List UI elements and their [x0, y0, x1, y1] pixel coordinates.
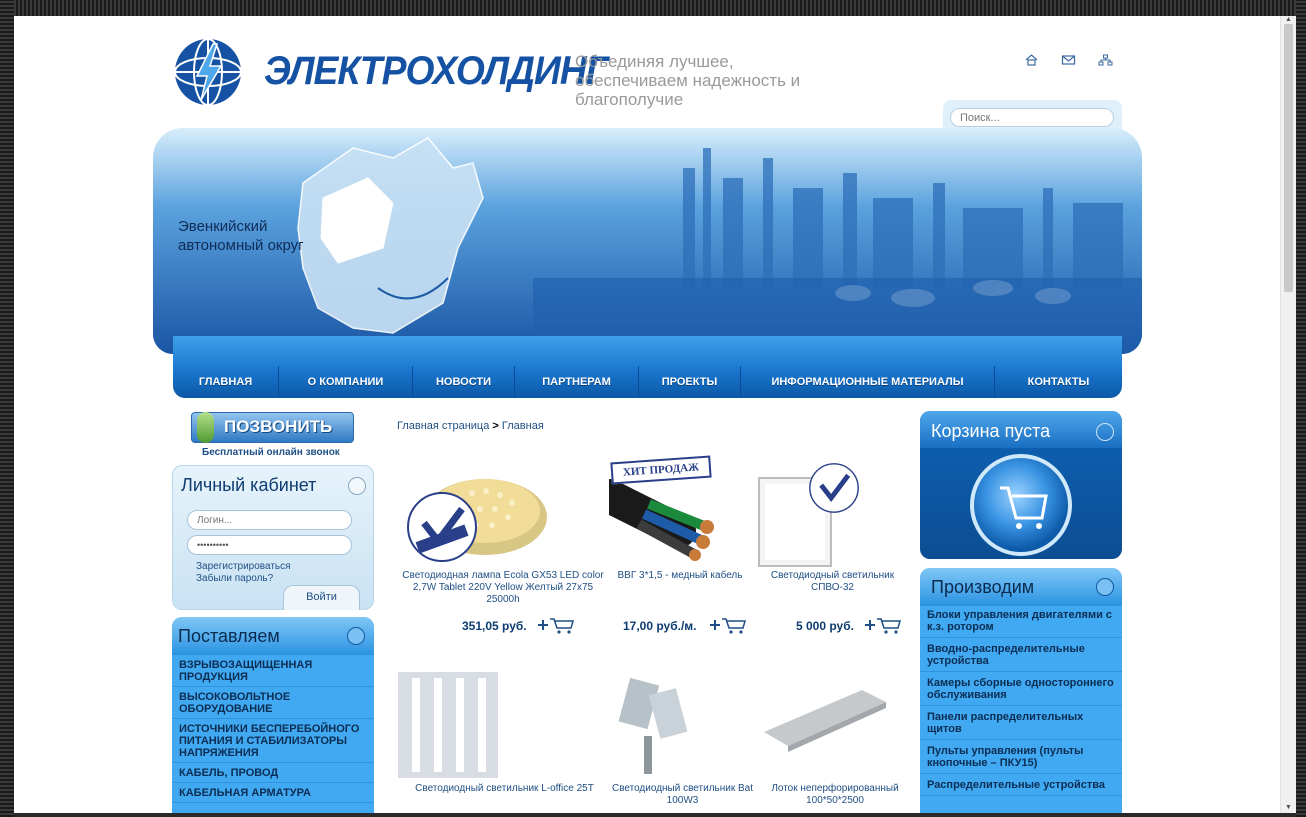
search-input[interactable]	[950, 108, 1114, 127]
login-field[interactable]	[187, 510, 352, 530]
cart-button[interactable]	[970, 454, 1072, 556]
basket-small-icon	[1096, 423, 1114, 441]
banner-region-line1: Эвенкийский	[178, 218, 268, 235]
logo-wordmark[interactable]: ЭЛЕКТРОХОЛДИНГ	[264, 49, 609, 94]
product-image-office-light[interactable]	[398, 672, 498, 778]
add-to-cart-icon[interactable]	[537, 616, 575, 634]
new-badge-icon	[407, 492, 477, 562]
produce-item[interactable]: Камеры сборные одностороннего обслуживан…	[920, 672, 1122, 706]
supply-item[interactable]: КАБЕЛЬ, ПРОВОД	[172, 763, 374, 783]
nav-contacts[interactable]: КОНТАКТЫ	[995, 366, 1122, 398]
window-frame-left	[0, 0, 14, 817]
scroll-up-arrow-icon[interactable]: ▲	[1285, 16, 1292, 23]
product-name[interactable]: Светодиодная лампа Ecola GX53 LED color …	[398, 570, 608, 606]
banner-region-text: Эвенкийский автономный округ	[178, 217, 304, 255]
microphone-icon	[197, 412, 214, 443]
produce-item[interactable]: Пульты управления (пульты кнопочные – ПК…	[920, 740, 1122, 774]
produce-item[interactable]: Панели распределительных щитов	[920, 706, 1122, 740]
shopping-cart-icon	[1000, 486, 1048, 529]
logo-globe-icon[interactable]	[173, 32, 243, 112]
hit-sale-badge-text: ХИТ ПРОДАЖ	[622, 461, 700, 479]
supply-item[interactable]: ВЫСОКОВОЛЬТНОЕ ОБОРУДОВАНИЕ	[172, 687, 374, 719]
supply-item[interactable]: ИСТОЧНИКИ БЕСПЕРЕБОЙНОГО ПИТАНИЯ И СТАБИ…	[172, 719, 374, 763]
window-frame-right	[1296, 0, 1306, 817]
browser-viewport: ЭЛЕКТРОХОЛДИНГ Объединяя лучшее, обеспеч…	[14, 16, 1296, 813]
supply-list: ВЗРЫВОЗАЩИЩЕННАЯ ПРОДУКЦИЯ ВЫСОКОВОЛЬТНО…	[172, 655, 374, 803]
register-link[interactable]: Зарегистрироваться	[196, 561, 291, 572]
password-field[interactable]	[187, 535, 352, 555]
product-name[interactable]: Лоток неперфорированный 100*50*2500	[760, 783, 910, 807]
nav-projects[interactable]: ПРОЕКТЫ	[639, 366, 741, 398]
product-price: 5 000 руб.	[796, 619, 854, 633]
new-badge-icon	[809, 463, 859, 513]
add-to-cart-icon[interactable]	[709, 616, 747, 634]
nav-partners[interactable]: ПАРТНЕРАМ	[515, 366, 639, 398]
login-button[interactable]: Войти	[283, 585, 360, 610]
vertical-scrollbar[interactable]: ▲ ▼	[1280, 16, 1296, 813]
produce-item[interactable]: Распределительные устройства	[920, 774, 1122, 796]
nav-home[interactable]: ГЛАВНАЯ	[173, 366, 279, 398]
produce-item[interactable]: Блоки управления двигателями с к.з. рото…	[920, 604, 1122, 638]
sitemap-icon[interactable]	[1098, 54, 1113, 66]
call-button-label[interactable]: ПОЗВОНИТЬ	[224, 417, 332, 437]
home-icon[interactable]	[1024, 54, 1039, 66]
product-image-street-light[interactable]	[614, 676, 694, 776]
scrollbar-thumb[interactable]	[1284, 24, 1293, 292]
top-icons	[1024, 54, 1113, 66]
product-price: 351,05 руб.	[462, 619, 527, 633]
folder-icon	[1096, 578, 1114, 596]
personal-cabinet-title: Личный кабинет	[181, 475, 317, 495]
header-banner: Эвенкийский автономный округ	[153, 128, 1142, 354]
slogan: Объединяя лучшее, обеспечиваем надежност…	[575, 52, 801, 109]
forgot-password-link[interactable]: Забыли пароль?	[196, 573, 273, 584]
nav-about[interactable]: О КОМПАНИИ	[279, 366, 413, 398]
supply-title: Поставляем	[178, 626, 280, 646]
breadcrumb-separator: >	[492, 420, 499, 432]
breadcrumb: Главная страница > Главная	[397, 420, 544, 432]
supply-item[interactable]: ВЗРЫВОЗАЩИЩЕННАЯ ПРОДУКЦИЯ	[172, 655, 374, 687]
main-nav: ГЛАВНАЯ О КОМПАНИИ НОВОСТИ ПАРТНЕРАМ ПРО…	[173, 336, 1122, 398]
product-name[interactable]: ВВГ 3*1,5 - медный кабель	[610, 570, 750, 582]
lock-icon	[348, 477, 366, 495]
product-name[interactable]: Светодиодный светильник СПВО-32	[760, 570, 905, 594]
produce-item[interactable]: Вводно-распределительные устройства	[920, 638, 1122, 672]
product-name[interactable]: Светодиодный светильник L-office 25T	[402, 783, 607, 795]
breadcrumb-current: Главная	[501, 420, 544, 432]
product-name[interactable]: Светодиодный светильник Bat 100W3	[610, 783, 755, 807]
supply-item[interactable]: КАБЕЛЬНАЯ АРМАТУРА	[172, 783, 374, 803]
produce-list: Блоки управления двигателями с к.з. рото…	[920, 604, 1122, 796]
banner-region-line2: автономный округ	[178, 237, 304, 254]
nav-news[interactable]: НОВОСТИ	[413, 366, 515, 398]
cart-title: Корзина пуста	[931, 421, 1051, 441]
product-image-cable-tray[interactable]	[762, 688, 888, 752]
window-frame-top	[0, 0, 1306, 16]
scroll-down-arrow-icon[interactable]: ▼	[1285, 804, 1292, 811]
nav-info-materials[interactable]: ИНФОРМАЦИОННЫЕ МАТЕРИАЛЫ	[741, 366, 995, 398]
call-subtitle: Бесплатный онлайн звонок	[202, 447, 340, 458]
mail-icon[interactable]	[1061, 54, 1076, 66]
breadcrumb-root[interactable]: Главная страница	[397, 420, 489, 432]
folder-icon	[347, 627, 365, 645]
product-price: 17,00 руб./м.	[623, 619, 697, 633]
add-to-cart-icon[interactable]	[864, 616, 902, 634]
produce-title: Производим	[931, 577, 1035, 597]
